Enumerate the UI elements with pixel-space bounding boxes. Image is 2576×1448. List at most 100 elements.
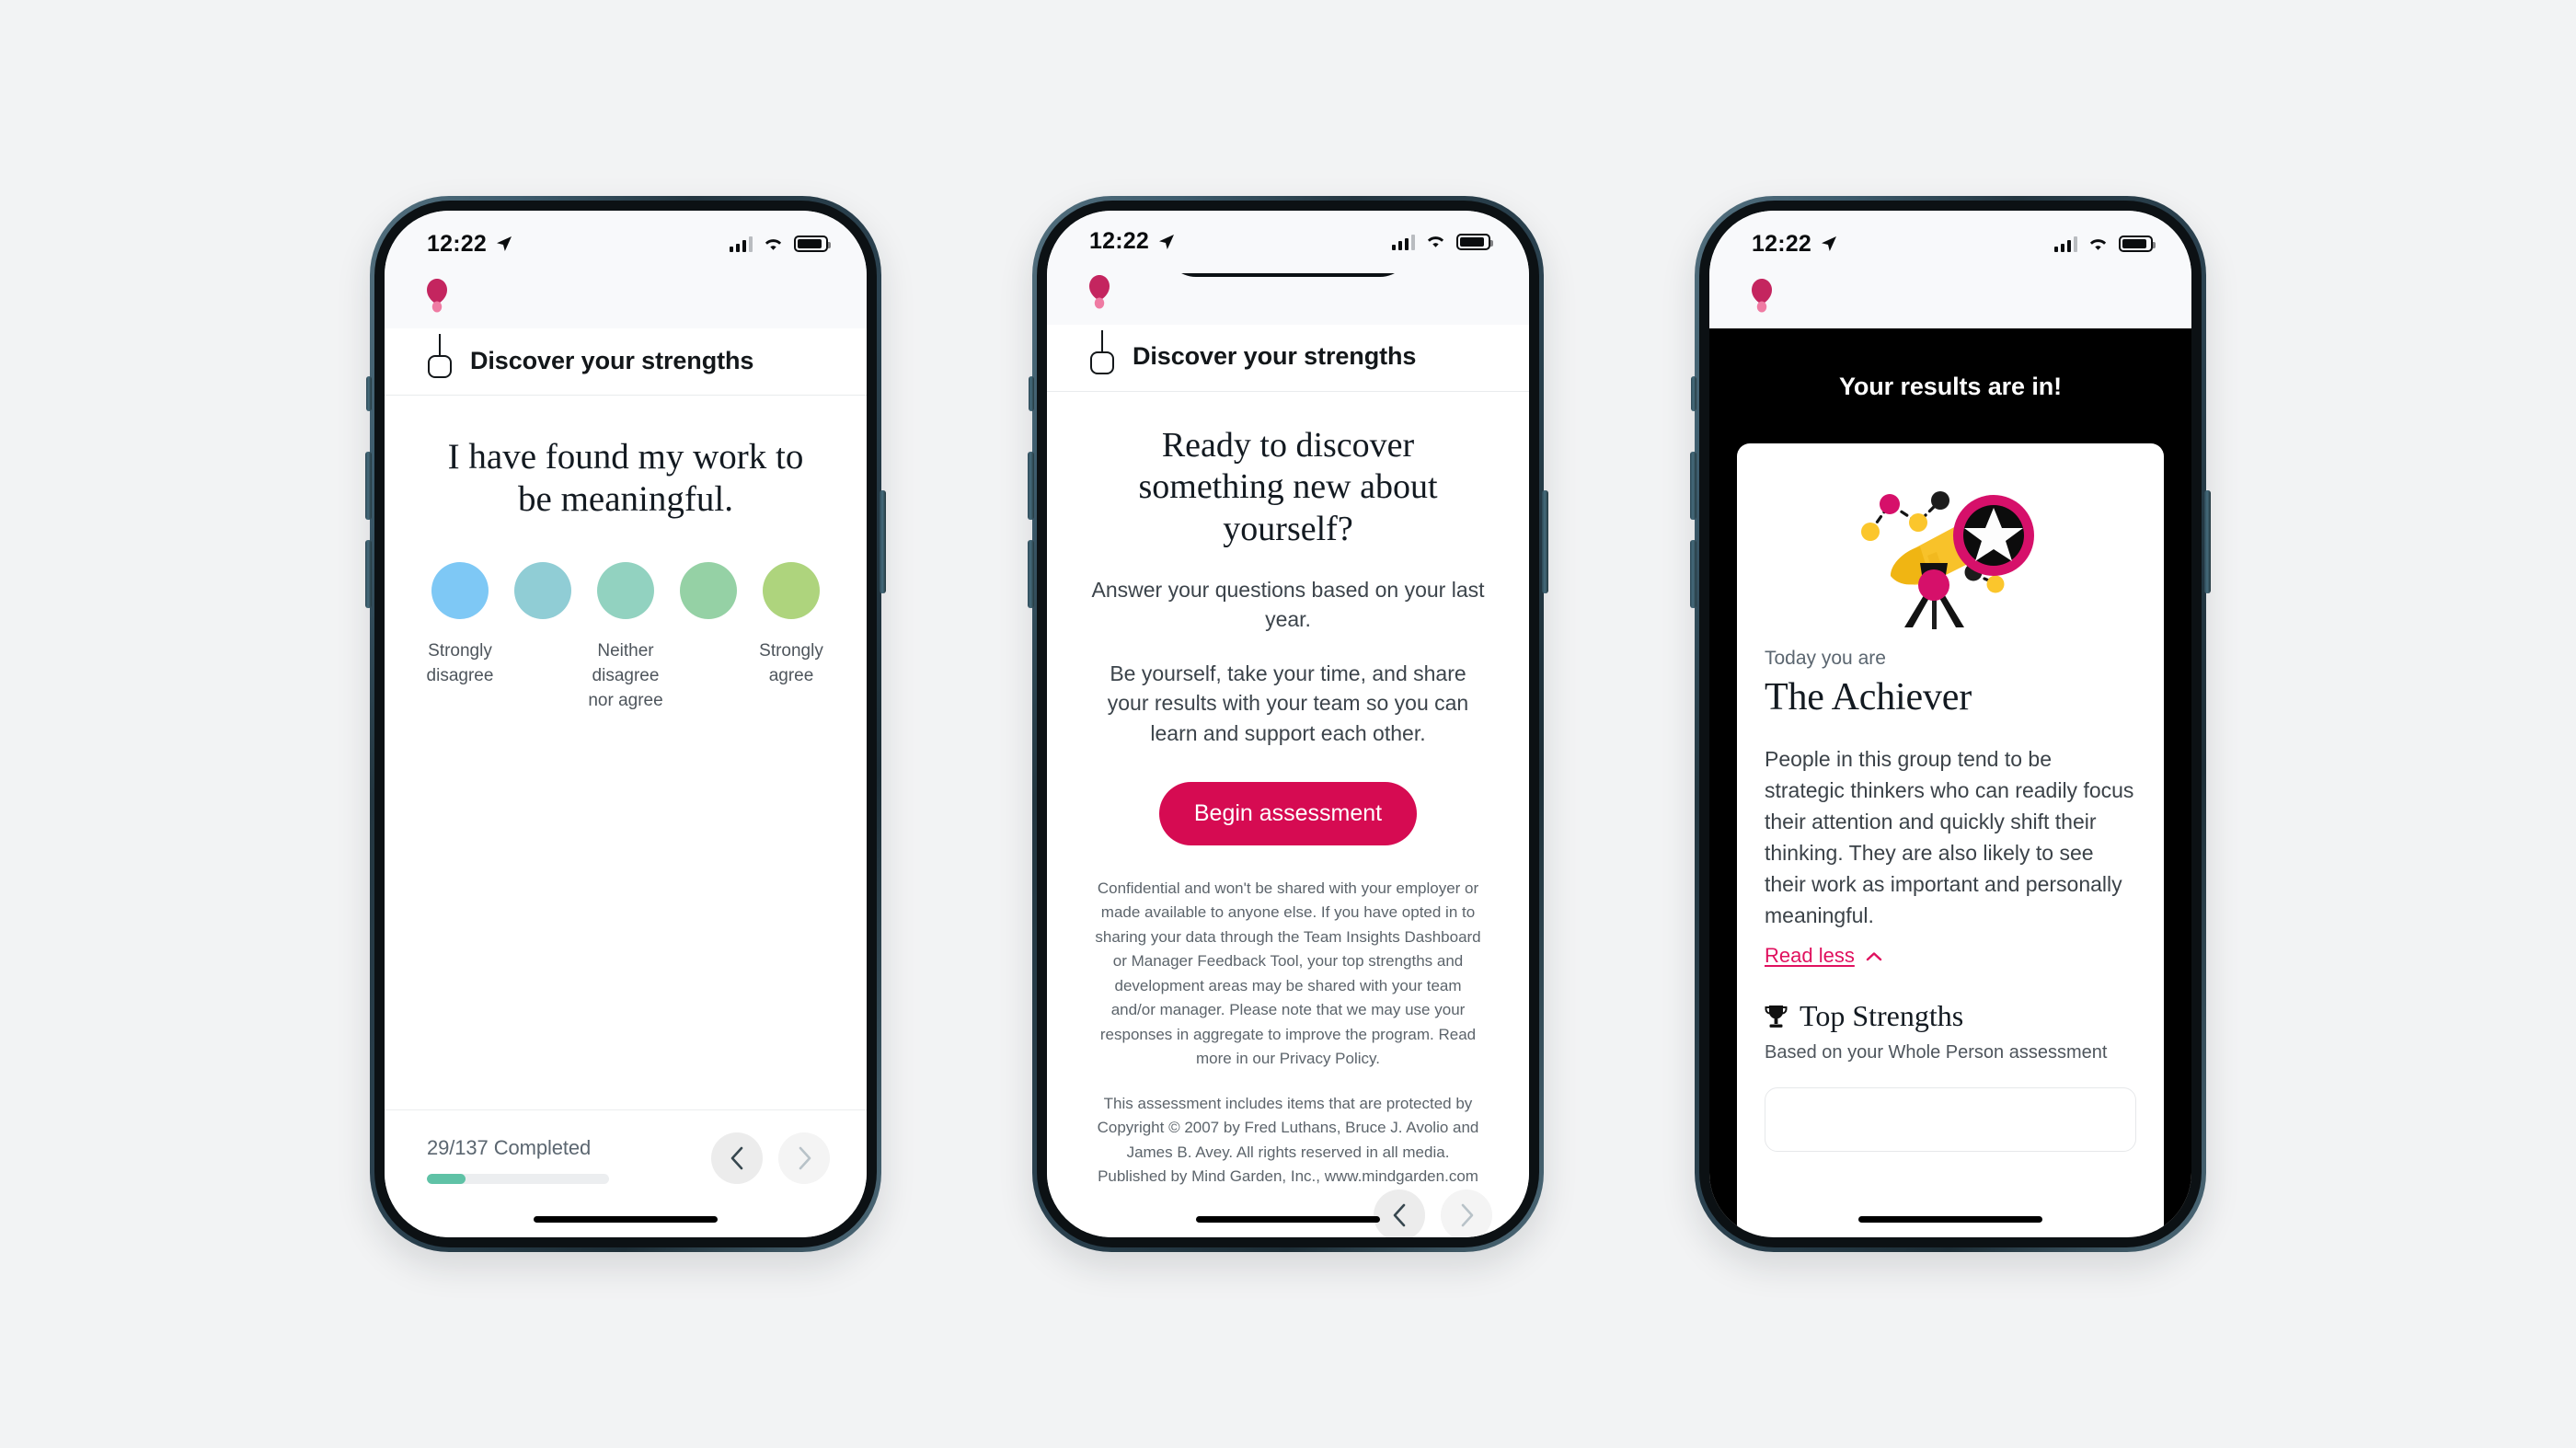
question-text: I have found my work to be meaningful. <box>447 437 804 520</box>
begin-assessment-button[interactable]: Begin assessment <box>1158 781 1418 845</box>
volume-up-button[interactable] <box>1028 452 1034 520</box>
balloon-logo-icon <box>1089 274 1110 309</box>
next-question-button[interactable] <box>778 1132 830 1184</box>
chevron-right-icon <box>1461 1203 1473 1227</box>
progress-label: 29/137 Completed <box>427 1136 592 1159</box>
read-less-label: Read less <box>1765 944 1855 968</box>
home-indicator[interactable] <box>1858 1216 2042 1223</box>
likert-dot-3[interactable] <box>597 561 654 619</box>
power-button[interactable] <box>880 490 886 593</box>
balloon-outline-icon <box>428 334 452 378</box>
progress-section: 29/137 Completed <box>427 1132 609 1184</box>
balloon-logo-icon <box>1752 279 1772 313</box>
privacy-fineprint: Confidential and won't be shared with yo… <box>1095 879 1481 1068</box>
intro-paragraph-1: Answer your questions based on your last… <box>1091 577 1485 632</box>
likert-option[interactable]: Strongly agree <box>751 561 832 714</box>
likert-label-1: Strongly disagree <box>426 640 494 685</box>
wifi-icon <box>765 238 782 250</box>
persona-name: The Achiever <box>1765 676 1972 718</box>
top-strengths-subtitle: Based on your Whole Person assessment <box>1765 1042 2108 1063</box>
likert-option[interactable]: Neither disagree nor agree <box>585 561 666 714</box>
battery-icon <box>1456 233 1493 250</box>
phone-results-screen: 12:22 Your results are in! Today you are… <box>1690 196 2211 1252</box>
chevron-up-icon <box>1866 951 1882 960</box>
likert-label-5: Strongly agree <box>759 640 823 685</box>
volume-down-button[interactable] <box>1028 540 1034 608</box>
home-indicator[interactable] <box>1196 1216 1380 1223</box>
question-body: I have found my work to be meaningful. S… <box>385 396 867 1237</box>
likert-option[interactable] <box>668 561 749 714</box>
battery-icon <box>2119 236 2156 252</box>
cellular-signal-icon <box>2053 236 2077 252</box>
mute-switch[interactable] <box>1029 376 1034 411</box>
likert-option[interactable] <box>502 561 583 714</box>
cellular-signal-icon <box>729 236 753 252</box>
persona-card: Today you are The Achiever People in thi… <box>1737 443 2164 1237</box>
volume-down-button[interactable] <box>1690 540 1696 608</box>
status-time: 12:22 <box>427 230 487 257</box>
brand-logo-bar <box>1709 277 2191 328</box>
question-footer: 29/137 Completed <box>385 1109 867 1184</box>
persona-description: People in this group tend to be strategi… <box>1765 747 2134 928</box>
status-bar: 12:22 <box>1047 211 1529 273</box>
power-button[interactable] <box>2204 490 2211 593</box>
volume-up-button[interactable] <box>1690 452 1696 520</box>
read-less-toggle[interactable]: Read less <box>1765 944 1882 968</box>
results-body: Your results are in! Today you are The A… <box>1709 328 2191 1237</box>
question-nav <box>711 1132 830 1184</box>
previous-page-button[interactable] <box>1374 1189 1425 1237</box>
status-time: 12:22 <box>1752 230 1811 257</box>
app-title: Discover your strengths <box>1133 342 1417 371</box>
likert-label-3: Neither disagree nor agree <box>588 640 663 710</box>
location-arrow-icon <box>496 236 512 251</box>
intro-content: Ready to discover something new about yo… <box>1047 392 1529 1189</box>
intro-nav <box>1374 1189 1492 1237</box>
likert-dot-2[interactable] <box>514 561 571 619</box>
likert-option[interactable]: Strongly disagree <box>420 561 500 714</box>
mute-switch[interactable] <box>1691 376 1696 411</box>
likert-dot-4[interactable] <box>680 561 737 619</box>
status-bar: 12:22 <box>385 211 867 277</box>
telescope-illustration-wrap <box>1765 467 2136 646</box>
telescope-illustration <box>1861 491 2034 629</box>
phone-intro-screen: 12:22 Discover your strengths Ready to d… <box>1028 196 1548 1252</box>
brand-logo-bar <box>1047 272 1529 325</box>
location-arrow-icon <box>1158 234 1174 249</box>
cellular-signal-icon <box>1391 234 1415 250</box>
mute-switch[interactable] <box>366 376 372 411</box>
power-button[interactable] <box>1542 490 1548 593</box>
today-you-are-label: Today you are <box>1765 648 1886 669</box>
home-indicator[interactable] <box>534 1216 718 1223</box>
copyright-fineprint: This assessment includes items that are … <box>1097 1094 1479 1186</box>
location-arrow-icon <box>1821 236 1836 251</box>
likert-scale: Strongly disagree Neither disagree nor a… <box>385 522 867 714</box>
phone-screen: 12:22 <box>385 211 867 1237</box>
top-strengths-header: Top Strengths <box>1765 999 2136 1033</box>
chevron-right-icon <box>799 1146 811 1170</box>
phone-mockup-stage: 12:22 Discover your strengths I have fou… <box>0 0 2576 1448</box>
phone-screen: 12:22 <box>1047 211 1529 1237</box>
progress-bar-fill <box>427 1174 466 1184</box>
app-title: Discover your strengths <box>470 346 754 374</box>
intro-footer <box>1047 1189 1529 1237</box>
intro-paragraph-2: Be yourself, take your time, and share y… <box>1107 661 1469 746</box>
phone-screen: 12:22 <box>1709 211 2191 1237</box>
results-title: Your results are in! <box>1838 373 2063 400</box>
previous-question-button[interactable] <box>711 1132 763 1184</box>
next-page-button[interactable] <box>1441 1189 1492 1237</box>
likert-dot-5[interactable] <box>763 561 820 619</box>
intro-body: Ready to discover something new about yo… <box>1047 391 1529 1237</box>
top-strengths-title: Top Strengths <box>1800 999 1964 1033</box>
volume-down-button[interactable] <box>365 540 372 608</box>
volume-up-button[interactable] <box>365 452 372 520</box>
progress-bar <box>427 1174 609 1184</box>
chevron-left-icon <box>730 1146 742 1170</box>
app-header: Discover your strengths <box>385 328 867 396</box>
strength-item-card[interactable] <box>1765 1087 2136 1153</box>
phone-question-screen: 12:22 Discover your strengths I have fou… <box>365 196 886 1252</box>
likert-dot-1[interactable] <box>431 561 489 619</box>
status-bar: 12:22 <box>1709 211 2191 277</box>
brand-logo-bar <box>385 277 867 328</box>
status-time: 12:22 <box>1089 228 1149 255</box>
chevron-left-icon <box>1393 1203 1405 1227</box>
